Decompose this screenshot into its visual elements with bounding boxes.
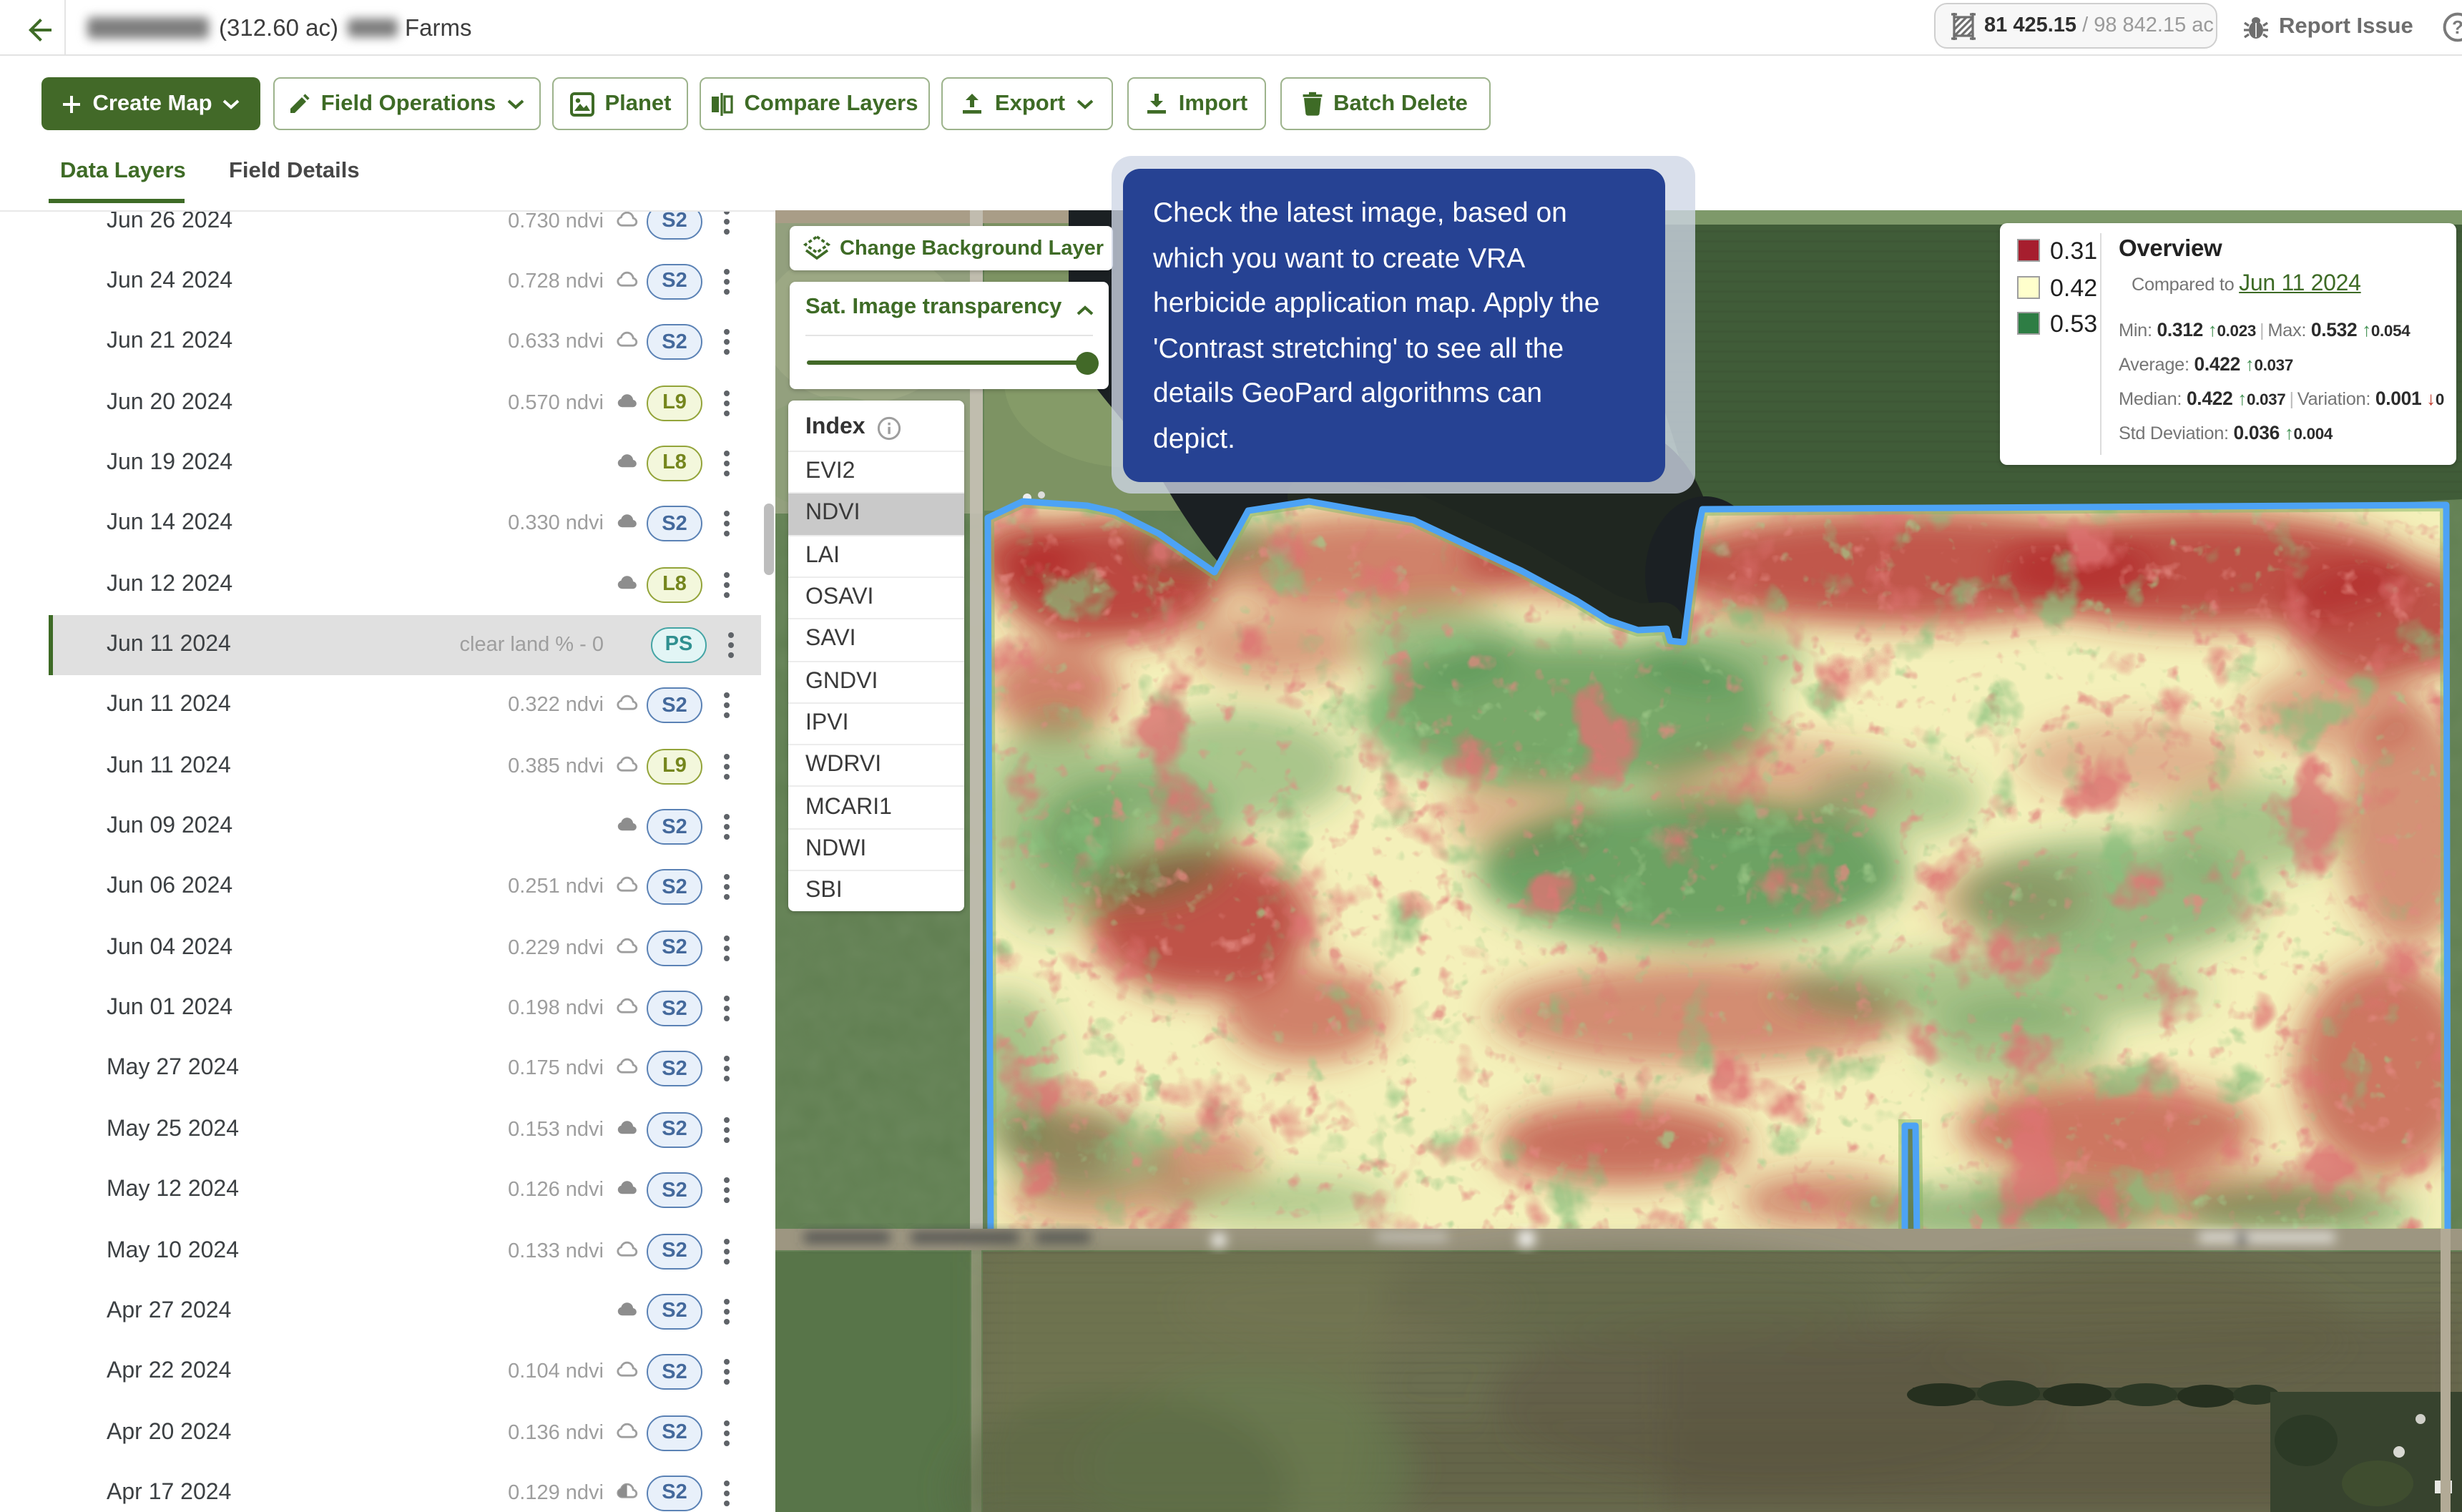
svg-text:?: ?	[2452, 16, 2462, 38]
